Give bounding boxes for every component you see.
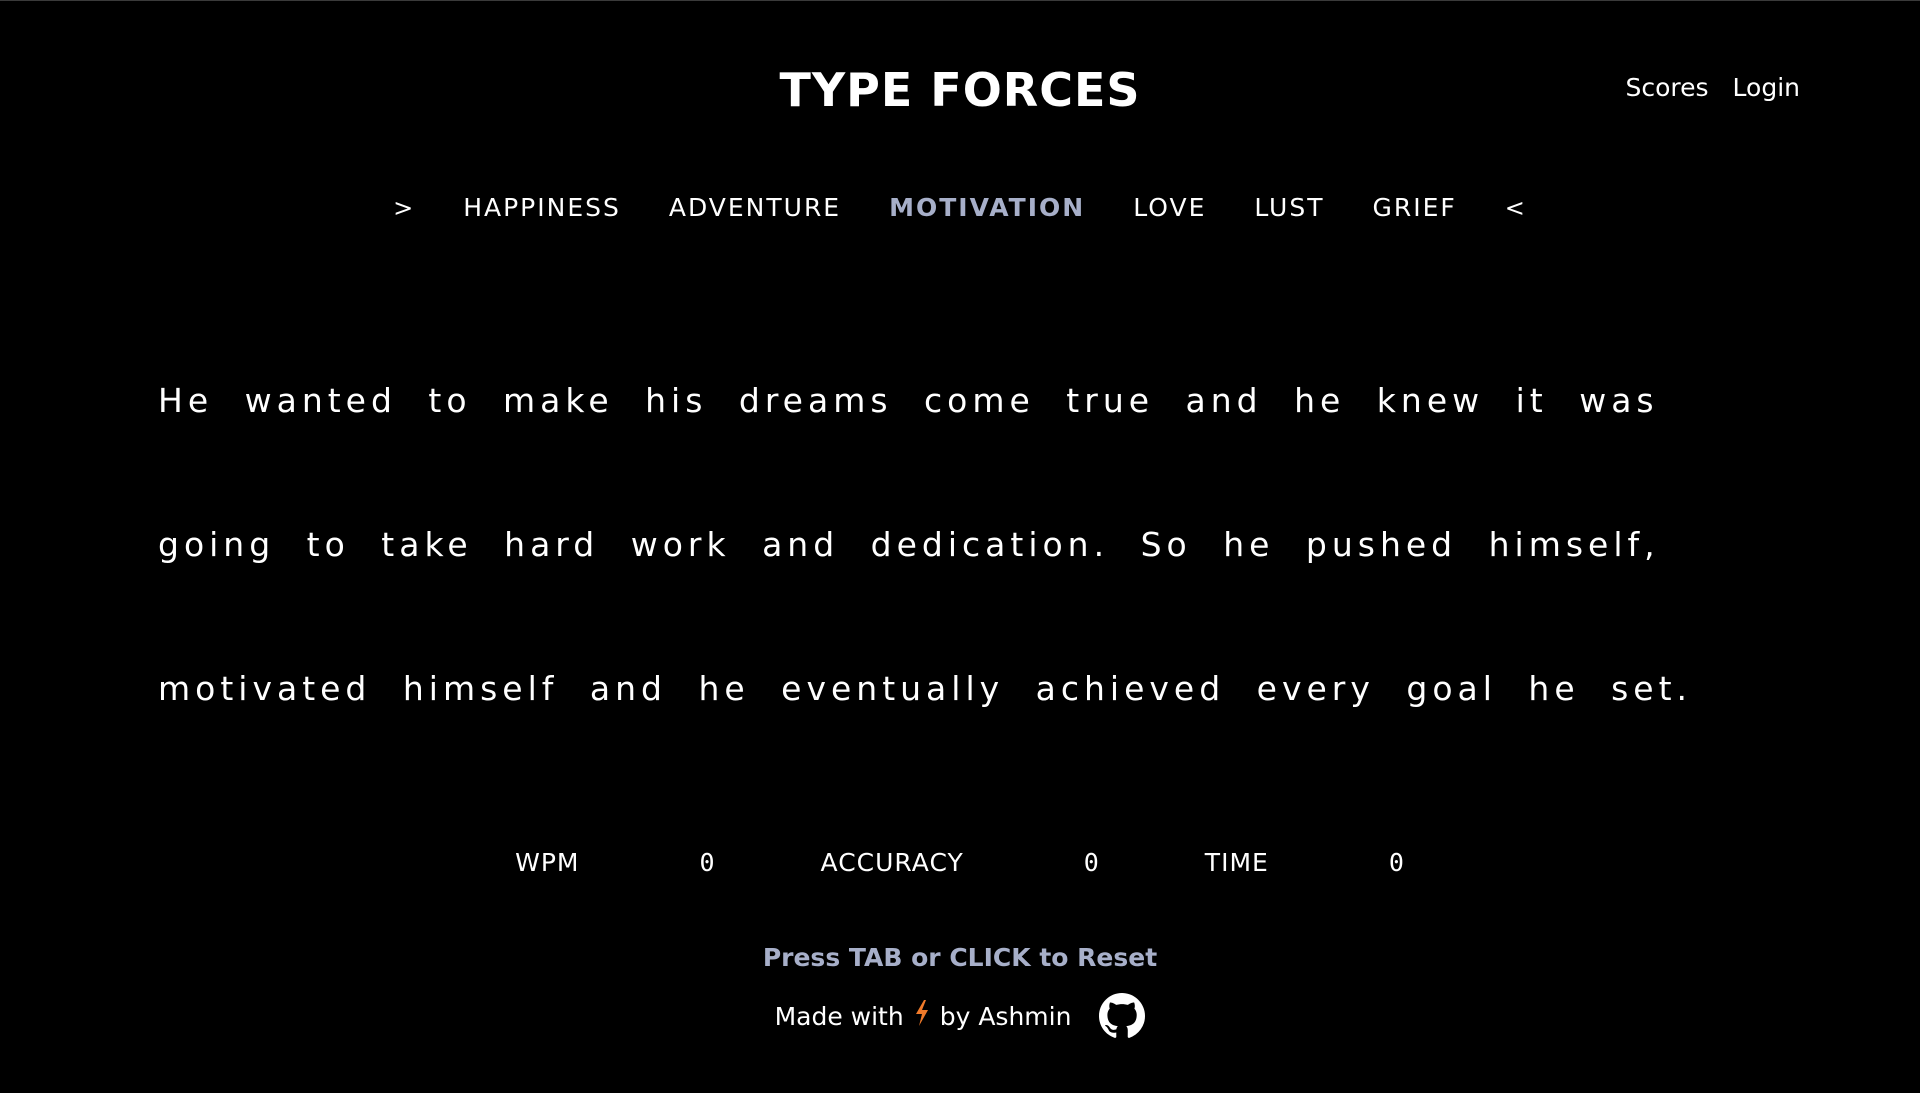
wpm-value: 0 [699,848,716,877]
made-with-text: Made with [774,1001,904,1031]
category-bar: > HAPPINESS ADVENTURE MOTIVATION LOVE LU… [0,193,1920,222]
category-love[interactable]: LOVE [1133,193,1206,222]
scroll-right-arrow[interactable]: < [1505,194,1527,222]
typing-passage[interactable]: He wanted to make his dreams come true a… [158,371,1758,803]
accuracy-value: 0 [1083,848,1100,877]
scores-link[interactable]: Scores [1626,73,1709,102]
accuracy-label: ACCURACY [820,848,964,877]
category-grief[interactable]: GRIEF [1373,193,1457,222]
passage-line: motivated himself and he eventually achi… [158,669,1693,708]
app-root: TYPE FORCES Scores Login > HAPPINESS ADV… [0,0,1920,1093]
scroll-left-arrow[interactable]: > [393,194,415,222]
passage-line: going to take hard work and dedication. … [158,525,1660,564]
time-label: TIME [1204,848,1269,877]
time-value: 0 [1388,848,1405,877]
top-nav: Scores Login [1626,73,1801,102]
stats-bar: WPM 0 ACCURACY 0 TIME 0 [0,848,1920,877]
category-happiness[interactable]: HAPPINESS [463,193,621,222]
reset-hint[interactable]: Press TAB or CLICK to Reset [0,943,1920,972]
wpm-label: WPM [515,848,580,877]
category-motivation[interactable]: MOTIVATION [889,193,1085,222]
category-lust[interactable]: LUST [1254,193,1324,222]
lightning-bolt-icon [914,999,930,1033]
author-text: by Ashmin [939,1001,1072,1031]
category-adventure[interactable]: ADVENTURE [669,193,841,222]
footer: Made with by Ashmin [0,993,1920,1039]
login-link[interactable]: Login [1733,73,1800,102]
passage-line: He wanted to make his dreams come true a… [158,381,1659,420]
github-icon[interactable] [1099,993,1146,1039]
